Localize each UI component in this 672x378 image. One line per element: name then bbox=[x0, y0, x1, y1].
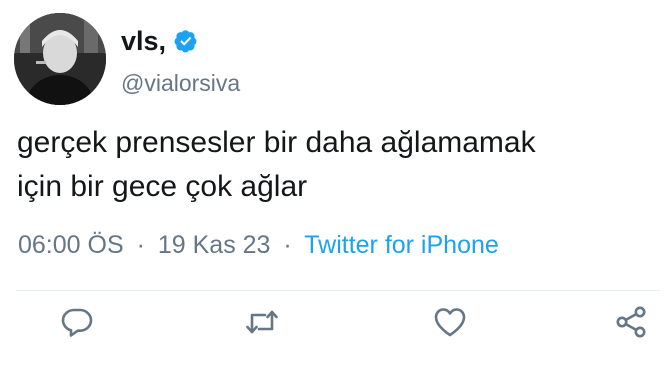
divider bbox=[16, 290, 660, 291]
reply-button[interactable] bbox=[59, 304, 95, 340]
heart-icon bbox=[434, 308, 466, 337]
meta-separator: · bbox=[136, 231, 145, 259]
verified-badge-icon bbox=[174, 30, 197, 53]
tweet-source-link[interactable]: Twitter for iPhone bbox=[304, 231, 499, 259]
share-icon bbox=[616, 306, 646, 338]
tweet-text: gerçek prensesler bir daha ağlamamak içi… bbox=[17, 121, 667, 209]
display-name[interactable]: vls, bbox=[121, 25, 166, 57]
tweet-text-line: gerçek prensesler bir daha ağlamamak bbox=[17, 126, 536, 159]
handle[interactable]: @vialorsiva bbox=[121, 69, 240, 97]
retweet-button[interactable] bbox=[244, 304, 280, 340]
avatar[interactable] bbox=[14, 13, 106, 105]
retweet-icon bbox=[246, 310, 278, 334]
tweet-text-line: için bir gece çok ağlar bbox=[17, 170, 308, 203]
tweet-time[interactable]: 06:00 ÖS bbox=[18, 231, 124, 259]
tweet-meta: 06:00 ÖS · 19 Kas 23 · Twitter for iPhon… bbox=[18, 229, 499, 261]
meta-separator: · bbox=[283, 231, 292, 259]
avatar-photo bbox=[14, 13, 106, 105]
tweet-card: vls, @vialorsiva gerçek prensesler bir d… bbox=[0, 0, 672, 378]
reply-icon bbox=[61, 308, 93, 337]
like-button[interactable] bbox=[432, 304, 468, 340]
share-button[interactable] bbox=[613, 304, 649, 340]
tweet-date[interactable]: 19 Kas 23 bbox=[158, 231, 271, 259]
